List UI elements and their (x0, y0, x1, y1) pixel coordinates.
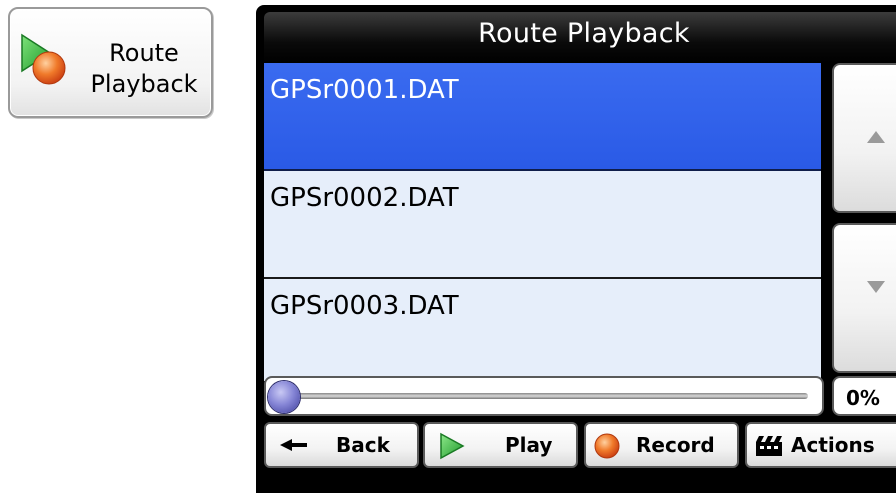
title-bar: Route Playback (264, 12, 896, 63)
play-label: Play (505, 433, 553, 457)
triangle-up-icon (867, 131, 885, 143)
shortcut-label-line2: Playback (90, 70, 198, 98)
shortcut-label: Route Playback (80, 38, 208, 100)
file-row-1[interactable]: GPSr0001.DAT (264, 63, 821, 171)
triangle-down-icon (867, 281, 885, 293)
clapperboard-icon (756, 436, 782, 456)
route-playback-icon (21, 33, 66, 85)
scroll-up-button[interactable] (832, 63, 896, 213)
progress-knob[interactable] (268, 381, 300, 413)
record-label: Record (636, 433, 715, 457)
back-button[interactable]: Back (264, 422, 419, 468)
back-label: Back (336, 433, 390, 457)
file-name: GPSr0001.DAT (270, 75, 459, 105)
file-row-2[interactable]: GPSr0002.DAT (264, 171, 821, 279)
file-name: GPSr0002.DAT (270, 183, 459, 213)
file-row-3[interactable]: GPSr0003.DAT (264, 279, 821, 381)
record-button[interactable]: Record (584, 422, 739, 468)
actions-label: Actions (791, 433, 875, 457)
play-button[interactable]: Play (423, 422, 578, 468)
record-icon (594, 433, 620, 459)
window-title: Route Playback (478, 18, 690, 49)
route-playback-shortcut[interactable]: Route Playback (8, 7, 213, 118)
back-arrow-icon (280, 439, 307, 451)
progress-track (278, 393, 808, 399)
progress-percent: 0% (846, 386, 880, 410)
scroll-down-button[interactable] (832, 223, 896, 373)
actions-button[interactable]: Actions (745, 422, 896, 468)
file-list: GPSr0001.DAT GPSr0002.DAT GPSr0003.DAT (264, 63, 821, 381)
playback-progress-slider[interactable] (264, 376, 824, 416)
file-name: GPSr0003.DAT (270, 291, 459, 321)
progress-percent-box: 0% (832, 376, 896, 416)
route-playback-window: Route Playback GPSr0001.DAT GPSr0002.DAT… (256, 5, 896, 493)
shortcut-label-line1: Route (109, 39, 179, 67)
play-icon (440, 432, 465, 460)
